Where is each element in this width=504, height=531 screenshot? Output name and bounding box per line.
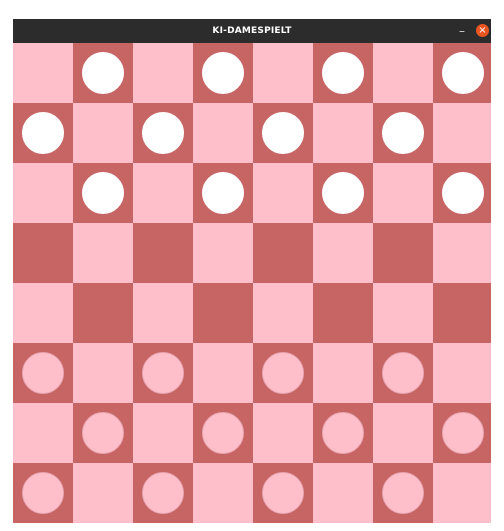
board-square-r7-c1[interactable]: [73, 463, 133, 523]
board-square-r2-c0[interactable]: [13, 163, 73, 223]
board-square-r7-c5[interactable]: [313, 463, 373, 523]
board-square-r3-c5[interactable]: [313, 223, 373, 283]
pink-piece[interactable]: [382, 472, 424, 514]
board-square-r4-c4[interactable]: [253, 283, 313, 343]
white-piece[interactable]: [322, 52, 364, 94]
board-square-r0-c5[interactable]: [313, 43, 373, 103]
board-square-r0-c2[interactable]: [133, 43, 193, 103]
board-square-r1-c2[interactable]: [133, 103, 193, 163]
board-square-r2-c5[interactable]: [313, 163, 373, 223]
board-square-r2-c2[interactable]: [133, 163, 193, 223]
board-square-r2-c4[interactable]: [253, 163, 313, 223]
white-piece[interactable]: [262, 112, 304, 154]
board-square-r4-c7[interactable]: [433, 283, 491, 343]
board-square-r3-c3[interactable]: [193, 223, 253, 283]
board-square-r0-c6[interactable]: [373, 43, 433, 103]
pink-piece[interactable]: [202, 412, 244, 454]
title-bar: KI-DAMESPIELT – ×: [13, 19, 491, 43]
board-square-r7-c0[interactable]: [13, 463, 73, 523]
white-piece[interactable]: [142, 112, 184, 154]
pink-piece[interactable]: [142, 352, 184, 394]
board-square-r6-c2[interactable]: [133, 403, 193, 463]
board-square-r6-c4[interactable]: [253, 403, 313, 463]
board-square-r2-c3[interactable]: [193, 163, 253, 223]
board-square-r3-c2[interactable]: [133, 223, 193, 283]
board-square-r1-c7[interactable]: [433, 103, 491, 163]
board-square-r4-c3[interactable]: [193, 283, 253, 343]
pink-piece[interactable]: [262, 472, 304, 514]
board-square-r5-c7[interactable]: [433, 343, 491, 403]
board-square-r0-c0[interactable]: [13, 43, 73, 103]
board-square-r4-c2[interactable]: [133, 283, 193, 343]
board-square-r3-c0[interactable]: [13, 223, 73, 283]
board-square-r1-c6[interactable]: [373, 103, 433, 163]
window-title: KI-DAMESPIELT: [212, 26, 292, 36]
board-square-r6-c7[interactable]: [433, 403, 491, 463]
white-piece[interactable]: [22, 112, 64, 154]
board-square-r0-c7[interactable]: [433, 43, 491, 103]
pink-piece[interactable]: [142, 472, 184, 514]
white-piece[interactable]: [382, 112, 424, 154]
white-piece[interactable]: [442, 52, 484, 94]
pink-piece[interactable]: [22, 352, 64, 394]
white-piece[interactable]: [202, 52, 244, 94]
board-square-r4-c0[interactable]: [13, 283, 73, 343]
board-square-r3-c6[interactable]: [373, 223, 433, 283]
board-square-r5-c6[interactable]: [373, 343, 433, 403]
board-square-r5-c5[interactable]: [313, 343, 373, 403]
board-square-r1-c4[interactable]: [253, 103, 313, 163]
pink-piece[interactable]: [82, 412, 124, 454]
board-square-r6-c3[interactable]: [193, 403, 253, 463]
board-square-r5-c1[interactable]: [73, 343, 133, 403]
board-square-r5-c3[interactable]: [193, 343, 253, 403]
board-square-r1-c1[interactable]: [73, 103, 133, 163]
board-square-r1-c5[interactable]: [313, 103, 373, 163]
board-square-r7-c7[interactable]: [433, 463, 491, 523]
board-square-r0-c1[interactable]: [73, 43, 133, 103]
white-piece[interactable]: [82, 172, 124, 214]
board-square-r4-c5[interactable]: [313, 283, 373, 343]
board-square-r1-c0[interactable]: [13, 103, 73, 163]
board-square-r3-c4[interactable]: [253, 223, 313, 283]
white-piece[interactable]: [202, 172, 244, 214]
minimize-button[interactable]: –: [456, 23, 468, 39]
board-square-r4-c1[interactable]: [73, 283, 133, 343]
pink-piece[interactable]: [442, 412, 484, 454]
checkers-board[interactable]: [13, 43, 491, 523]
board-square-r0-c3[interactable]: [193, 43, 253, 103]
board-square-r6-c0[interactable]: [13, 403, 73, 463]
white-piece[interactable]: [82, 52, 124, 94]
board-square-r4-c6[interactable]: [373, 283, 433, 343]
board-square-r7-c3[interactable]: [193, 463, 253, 523]
board-square-r5-c0[interactable]: [13, 343, 73, 403]
board-square-r7-c6[interactable]: [373, 463, 433, 523]
board-square-r3-c1[interactable]: [73, 223, 133, 283]
close-button[interactable]: ×: [476, 24, 489, 37]
pink-piece[interactable]: [262, 352, 304, 394]
white-piece[interactable]: [322, 172, 364, 214]
white-piece[interactable]: [442, 172, 484, 214]
board-square-r3-c7[interactable]: [433, 223, 491, 283]
board-square-r5-c2[interactable]: [133, 343, 193, 403]
board-square-r2-c6[interactable]: [373, 163, 433, 223]
pink-piece[interactable]: [382, 352, 424, 394]
pink-piece[interactable]: [22, 472, 64, 514]
board-square-r2-c7[interactable]: [433, 163, 491, 223]
board-square-r6-c6[interactable]: [373, 403, 433, 463]
board-square-r0-c4[interactable]: [253, 43, 313, 103]
board-square-r6-c1[interactable]: [73, 403, 133, 463]
board-square-r7-c2[interactable]: [133, 463, 193, 523]
pink-piece[interactable]: [322, 412, 364, 454]
board-square-r1-c3[interactable]: [193, 103, 253, 163]
game-window: KI-DAMESPIELT – ×: [13, 19, 491, 523]
board-square-r5-c4[interactable]: [253, 343, 313, 403]
board-square-r2-c1[interactable]: [73, 163, 133, 223]
board-square-r6-c5[interactable]: [313, 403, 373, 463]
board-square-r7-c4[interactable]: [253, 463, 313, 523]
